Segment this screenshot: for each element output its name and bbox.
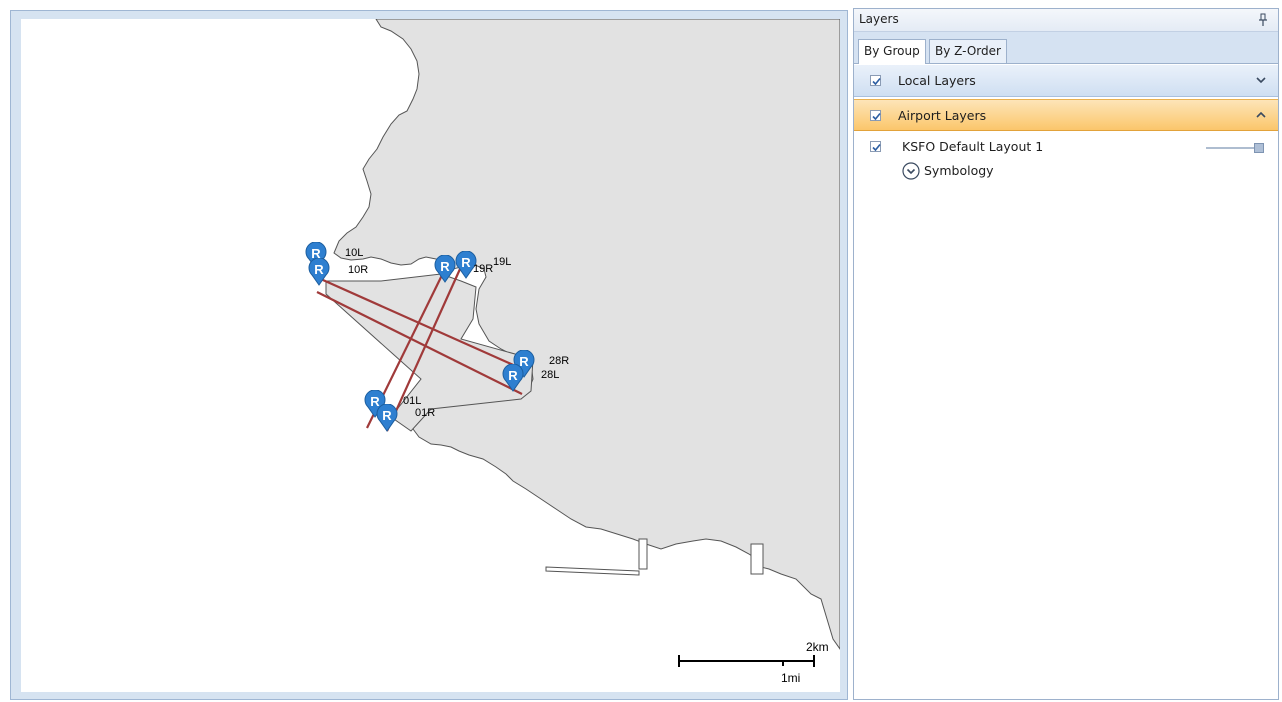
slider-thumb[interactable] xyxy=(1254,143,1264,153)
runway-marker-icon: R xyxy=(434,255,456,283)
runway-marker-icon: R xyxy=(376,404,398,432)
pier xyxy=(750,543,764,575)
runway-label-10r: 10R xyxy=(348,264,369,276)
runway-label-01l: 01L xyxy=(403,395,422,407)
group-airport-layers[interactable]: Airport Layers xyxy=(854,99,1278,131)
svg-text:R: R xyxy=(440,259,450,274)
runway-marker-icon: R xyxy=(502,364,524,392)
opacity-slider[interactable] xyxy=(1206,143,1264,153)
scale-bar xyxy=(678,655,815,667)
pier xyxy=(545,566,640,576)
svg-text:R: R xyxy=(382,408,392,423)
runway-label-10l: 10L xyxy=(345,247,364,259)
symbology-expander[interactable]: Symbology xyxy=(902,161,1052,181)
scale-mi-label: 1mi xyxy=(781,671,801,685)
svg-text:R: R xyxy=(314,262,324,277)
layer-row[interactable]: KSFO Default Layout 1 xyxy=(854,136,1278,158)
layer-name: KSFO Default Layout 1 xyxy=(902,139,1044,154)
layer-checkbox[interactable] xyxy=(870,141,881,152)
runway-pin-10r[interactable]: R xyxy=(308,258,330,286)
symbology-label: Symbology xyxy=(924,163,994,178)
layers-panel: Layers By Group By Z-Order Local Layers … xyxy=(853,8,1279,700)
tab-by-z-order[interactable]: By Z-Order xyxy=(929,39,1007,63)
runway-pin-28l[interactable]: R xyxy=(502,364,524,392)
svg-text:R: R xyxy=(461,255,471,270)
svg-text:R: R xyxy=(508,368,518,383)
runway-marker-icon: R xyxy=(308,258,330,286)
map-svg xyxy=(313,19,840,667)
scale-km-label: 2km xyxy=(806,640,829,654)
runway-label-19r: 19R xyxy=(473,263,494,275)
check-icon xyxy=(872,112,881,121)
group-label: Local Layers xyxy=(898,73,976,88)
runway-pin-19r[interactable]: R xyxy=(434,255,456,283)
group-local-layers[interactable]: Local Layers xyxy=(854,65,1278,97)
chevron-up-icon[interactable] xyxy=(1256,111,1266,119)
panel-title: Layers xyxy=(859,12,899,26)
pushpin-icon[interactable] xyxy=(1258,13,1268,27)
runway-label-19l: 19L xyxy=(493,256,512,268)
check-icon xyxy=(872,143,881,152)
expand-circle-icon[interactable] xyxy=(902,162,920,180)
runway-label-28r: 28R xyxy=(549,355,570,367)
chevron-down-icon[interactable] xyxy=(1256,76,1266,84)
tab-by-group[interactable]: By Group xyxy=(858,39,926,64)
runway-label-28l: 28L xyxy=(541,369,560,381)
map-view[interactable]: R R R R R R R R 10L 10R 19R 19L 28R 28L … xyxy=(21,19,840,692)
group-label: Airport Layers xyxy=(898,108,987,123)
pier xyxy=(638,538,648,570)
runway-label-01r: 01R xyxy=(415,407,436,419)
panel-header: Layers xyxy=(854,9,1278,32)
tab-strip: By Group By Z-Order xyxy=(854,32,1278,64)
runway-pin-01r[interactable]: R xyxy=(376,404,398,432)
check-icon xyxy=(872,77,881,86)
local-layers-checkbox[interactable] xyxy=(870,75,881,86)
airport-layers-checkbox[interactable] xyxy=(870,110,881,121)
